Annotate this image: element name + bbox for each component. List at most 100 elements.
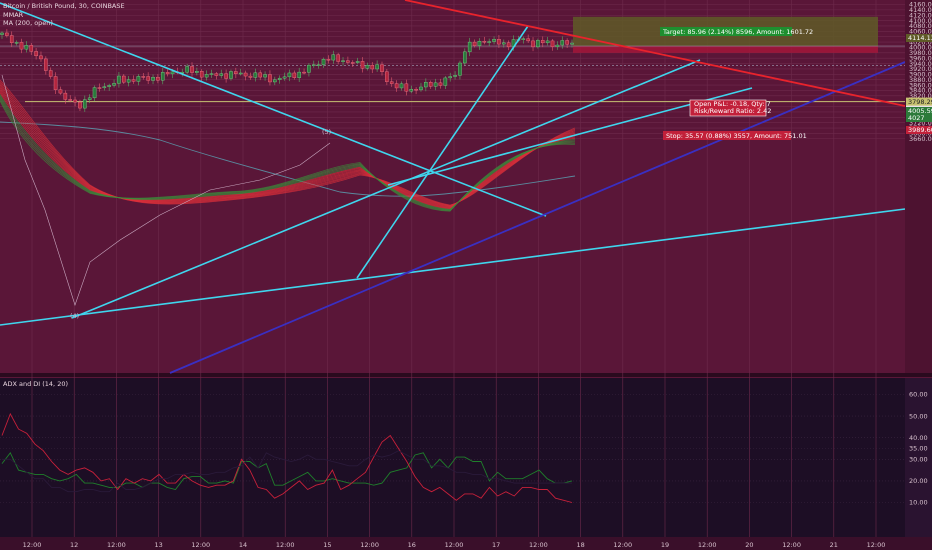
candle-body xyxy=(311,64,316,66)
candle-body xyxy=(550,40,555,47)
adx-panel-title[interactable]: ADX and DI (14, 20) xyxy=(3,380,68,389)
candle-body xyxy=(380,64,384,72)
adx-axis-tick: 35.00 xyxy=(909,445,928,453)
adx-axis-tick: 60.00 xyxy=(909,391,928,399)
time-axis-tick: 17 xyxy=(492,541,500,549)
adx-axis-tick: 10.00 xyxy=(909,499,928,507)
candle-body xyxy=(68,99,73,101)
candle-body xyxy=(463,51,467,64)
candle-body xyxy=(156,76,160,81)
wave-label-5: (5) xyxy=(322,128,331,136)
candle-body xyxy=(428,81,433,87)
candle-body xyxy=(214,73,219,76)
candle-body xyxy=(39,55,43,60)
symbol-title[interactable]: Bitcoin / British Pound, 30, COINBASE xyxy=(3,2,125,11)
candle-body xyxy=(268,74,272,83)
time-axis-tick: 21 xyxy=(830,541,838,549)
candle-body xyxy=(14,42,19,44)
candle-body xyxy=(394,83,399,89)
candle-body xyxy=(467,41,472,53)
candle-body xyxy=(287,72,292,78)
pnl-label-line2: Risk/Reward Ratio: 2.42 xyxy=(694,107,771,115)
time-axis-tick: 15 xyxy=(323,541,331,549)
candle-body xyxy=(385,71,389,82)
candle-body xyxy=(53,76,58,90)
candle-body xyxy=(92,87,97,99)
price-tag-support: 3798.29 xyxy=(906,97,932,106)
candle-body xyxy=(506,42,511,48)
candle-body xyxy=(29,45,34,52)
time-axis-tick: 12:00 xyxy=(613,541,632,549)
indicator-mmar[interactable]: MMAR xyxy=(3,11,125,20)
time-axis-tick: 12:00 xyxy=(782,541,801,549)
candle-body xyxy=(121,75,126,83)
candle-body xyxy=(126,79,131,83)
time-axis-tick: 12:00 xyxy=(445,541,464,549)
candle-body xyxy=(195,71,199,73)
candle-body xyxy=(34,51,38,57)
price-tag-stop-text: 3989.60 xyxy=(908,126,932,134)
time-axis-tick: 12:00 xyxy=(23,541,42,549)
candle-body xyxy=(424,81,428,88)
price-tag-target-text: 4114.13 xyxy=(908,34,932,42)
candle-body xyxy=(341,60,345,62)
price-tag-target: 4114.13 xyxy=(906,34,932,42)
candle-body xyxy=(224,73,228,79)
candle-body xyxy=(44,58,48,71)
candle-body xyxy=(292,72,297,78)
candle-body xyxy=(170,71,175,75)
candle-body xyxy=(229,71,233,79)
candle-body xyxy=(73,99,77,103)
candle-body xyxy=(448,76,453,79)
candle-body xyxy=(238,72,243,75)
candle-body xyxy=(273,79,277,83)
candle-body xyxy=(526,38,530,42)
candle-body xyxy=(316,64,321,66)
price-tag-entry-b-text: 4027 xyxy=(908,114,925,122)
candle-body xyxy=(297,71,301,78)
time-axis-tick: 12:00 xyxy=(107,541,126,549)
candle-body xyxy=(48,70,53,77)
candle-body xyxy=(190,66,194,73)
adx-pane-background xyxy=(0,378,905,537)
candle-body xyxy=(263,74,267,78)
candle-body xyxy=(458,62,462,76)
adx-legend: ADX and DI (14, 20) xyxy=(3,380,68,389)
candle-body xyxy=(83,99,87,109)
candle-body xyxy=(497,39,501,45)
candle-body xyxy=(350,62,355,64)
candle-body xyxy=(570,42,574,45)
candle-body xyxy=(501,42,506,45)
price-tag-entry-b: 4027 xyxy=(906,114,932,122)
chart-canvas[interactable]: (5) (4) Target: 85.96 (2.14%) 8596, Amount… xyxy=(0,0,932,550)
candle-body xyxy=(78,101,82,109)
candle-body xyxy=(477,41,482,46)
time-axis-tick: 12:00 xyxy=(360,541,379,549)
chart-window: (5) (4) Target: 85.96 (2.14%) 8596, Amount… xyxy=(0,0,932,550)
candle-body xyxy=(87,97,92,100)
candle-body xyxy=(141,76,146,78)
price-tag-stop: 3989.60 xyxy=(906,126,932,134)
time-axis-tick: 12:00 xyxy=(867,541,886,549)
candle-body xyxy=(404,83,409,92)
candle-body xyxy=(438,82,443,86)
candle-body xyxy=(302,71,306,74)
stop-zone xyxy=(573,46,878,53)
candle-body xyxy=(146,76,150,81)
candle-body xyxy=(107,85,111,87)
candle-body xyxy=(199,71,204,78)
candle-body xyxy=(112,83,116,86)
indicator-ma200[interactable]: MA (200, open) xyxy=(3,19,125,28)
time-axis-tick: 18 xyxy=(576,541,584,549)
candle-body xyxy=(165,72,170,75)
candle-body xyxy=(253,72,258,78)
candle-body xyxy=(370,65,375,70)
time-axis-tick: 14 xyxy=(239,541,247,549)
stop-label-box: Stop: 35.57 (0.88%) 3557, Amount: 751.01 xyxy=(663,131,807,140)
candle-body xyxy=(258,72,263,78)
time-axis-tick: 19 xyxy=(661,541,669,549)
candle-body xyxy=(282,76,287,79)
price-axis-tick: 3660.00 xyxy=(909,135,932,143)
candle-body xyxy=(97,87,102,89)
time-axis-tick: 16 xyxy=(408,541,416,549)
